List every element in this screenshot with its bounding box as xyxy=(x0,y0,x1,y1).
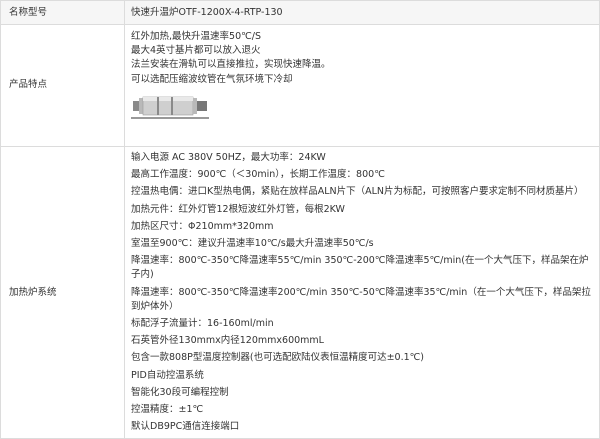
heating-line: 包含一款808P型温度控制器(也可选配欧陆仪表恒温精度可达±0.1℃) xyxy=(131,352,425,364)
heating-value: 输入电源 AC 380V 50HZ，最大功率：24KW 最高工作温度：900℃（… xyxy=(124,145,600,439)
heating-line: 降温速率：800℃-350℃降温速率55℃/min 350℃-200℃降温速率5… xyxy=(131,255,589,281)
table-row: 产品特点 红外加热,最快升温速率50℃/S 最大4英寸基片都可以放入退火 法兰安… xyxy=(0,24,600,147)
feature-line: 红外加热,最快升温速率50℃/S xyxy=(131,31,262,42)
heating-line: 室温至900℃：建议升温速率10℃/s最大升温速率50℃/s xyxy=(131,238,374,250)
feature-line: 可以选配压缩波纹管在气氛环境下冷却 xyxy=(131,73,293,85)
features-value: 红外加热,最快升温速率50℃/S 最大4英寸基片都可以放入退火 法兰安装在滑轨可… xyxy=(124,24,600,147)
heating-label: 加热炉系统 xyxy=(0,145,125,439)
table-row: 加热炉系统 输入电源 AC 380V 50HZ，最大功率：24KW 最高工作温度… xyxy=(0,145,600,439)
heating-line: 加热元件：红外灯管12根短波红外灯管，每根2KW xyxy=(131,203,345,215)
heating-line: 输入电源 AC 380V 50HZ，最大功率：24KW xyxy=(131,152,326,163)
heating-line: 控温热电偶：进口K型热电偶，紧贴在放样品ALN片下（ALN片为标配，可按照客户要… xyxy=(131,186,584,198)
feature-line: 法兰安装在滑轨可以直接推拉，实现快速降温。 xyxy=(131,59,331,71)
model-value: 快速升温炉OTF-1200X-4-RTP-130 xyxy=(124,0,600,25)
model-label: 名称型号 xyxy=(0,0,125,25)
spec-table: 名称型号 快速升温炉OTF-1200X-4-RTP-130 产品特点 红外加热,… xyxy=(0,0,600,439)
heating-line: 降温速率：800℃-350℃降温速率200℃/min 350℃-50℃降温速率3… xyxy=(131,286,591,312)
furnace-product-image xyxy=(131,96,209,119)
heating-line: 最高工作温度：900℃（＜30min），长期工作温度：800℃ xyxy=(131,169,385,181)
heating-line: 控温精度：±1℃ xyxy=(131,404,204,416)
heating-line: 石英管外径130mmx内径120mmx600mmL xyxy=(131,335,324,347)
heating-line: 加热区尺寸：Φ210mm*320mm xyxy=(131,220,274,232)
heating-line: PID自动控温系统 xyxy=(131,369,204,381)
features-label: 产品特点 xyxy=(0,24,125,147)
heating-line: 标配浮子流量计：16-160ml/min xyxy=(131,318,274,330)
feature-line: 最大4英寸基片都可以放入退火 xyxy=(131,45,261,57)
heating-line: 默认DB9PC通信连接端口 xyxy=(131,421,240,433)
heating-line: 智能化30段可编程控制 xyxy=(131,386,229,398)
table-row: 名称型号 快速升温炉OTF-1200X-4-RTP-130 xyxy=(0,0,600,25)
